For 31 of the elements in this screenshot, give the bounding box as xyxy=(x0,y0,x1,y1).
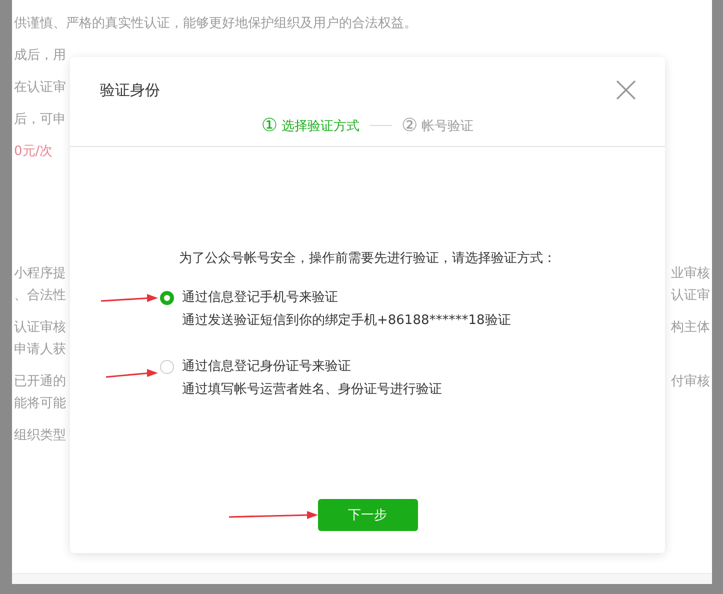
background-text: 组织类型 xyxy=(13,427,66,445)
dialog-title: 验证身份 xyxy=(100,80,160,100)
background-text: 小程序提 xyxy=(13,265,66,283)
background-text: 业审核 xyxy=(671,265,711,283)
background-text: 认证审 xyxy=(671,287,711,305)
option-label[interactable]: 通过信息登记手机号来验证 xyxy=(182,289,511,307)
background-text: 后，可申 xyxy=(13,111,66,129)
background-text: 能将可能 xyxy=(13,395,66,413)
radio-button[interactable] xyxy=(160,360,174,374)
background-text: 0元/次 xyxy=(13,143,53,161)
background-text: 已开通的 xyxy=(13,373,66,391)
close-icon[interactable] xyxy=(615,79,637,101)
background-text: 成后，用 xyxy=(13,47,66,65)
background-text: 供谨慎、严格的真实性认证，能够更好地保护组织及用户的合法权益。 xyxy=(13,15,417,33)
background-text: 申请人获 xyxy=(13,341,66,359)
background-text: 在认证审 xyxy=(13,79,66,97)
option-description: 通过发送验证短信到你的绑定手机+86188******18验证 xyxy=(182,312,511,330)
background-text: 、合法性 xyxy=(13,287,66,305)
step-label: 帐号验证 xyxy=(422,118,474,134)
step-number: ② xyxy=(402,115,418,136)
background-text: 付审核 xyxy=(671,373,711,391)
background-text: 认证审核 xyxy=(13,319,66,337)
annotation-arrow xyxy=(106,369,158,378)
radio-button[interactable] xyxy=(160,291,174,305)
background-text: 构主体 xyxy=(671,319,711,337)
prompt-text: 为了公众号帐号安全，操作前需要先进行验证，请选择验证方式： xyxy=(179,250,556,267)
option-description: 通过填写帐号运营者姓名、身份证号进行验证 xyxy=(182,381,442,399)
option-label[interactable]: 通过信息登记身份证号来验证 xyxy=(182,358,442,376)
step-number: ① xyxy=(261,115,278,136)
step-label: 选择验证方式 xyxy=(282,118,360,134)
annotation-arrow xyxy=(100,294,158,302)
